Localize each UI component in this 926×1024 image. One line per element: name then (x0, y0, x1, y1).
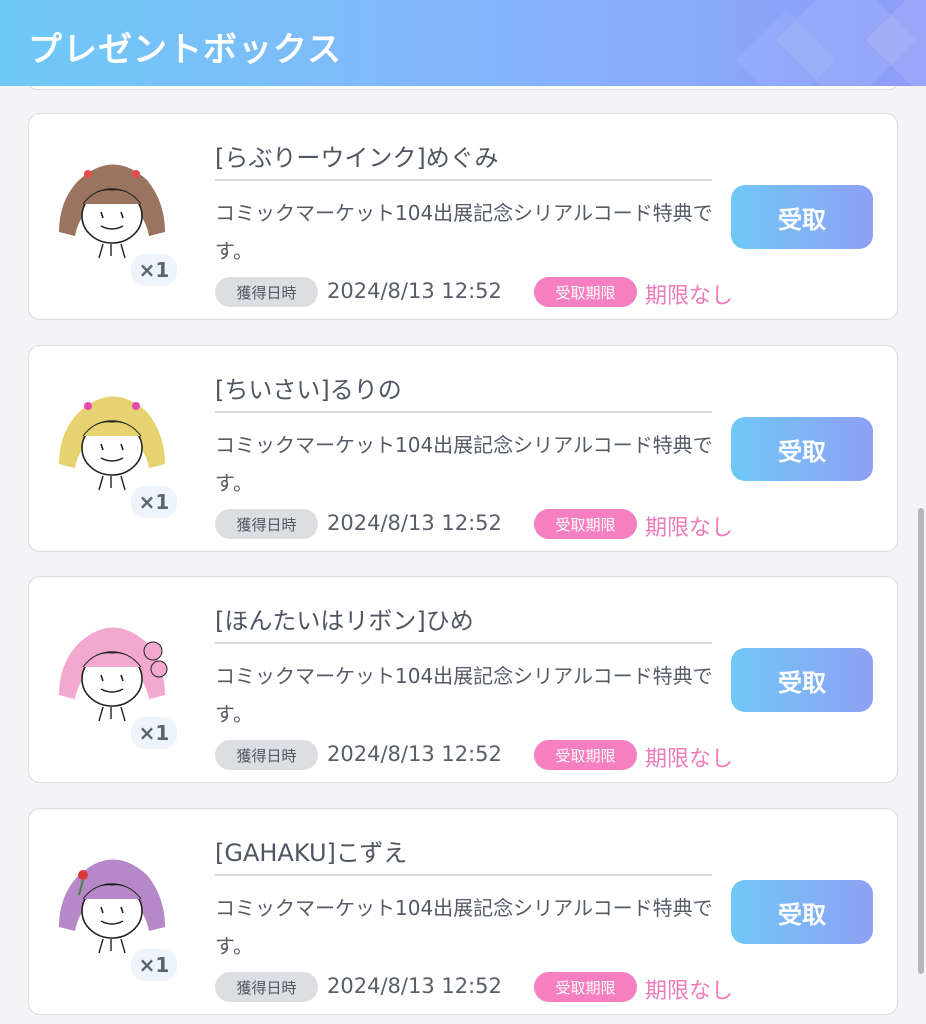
acquired-date-label: 獲得日時 (215, 509, 318, 539)
item-title: [GAHAKU]こずえ (215, 839, 408, 867)
item-description: コミックマーケット104出展記念シリアルコード特典です。 (215, 664, 713, 726)
item-title: [らぶりーウインク]めぐみ (215, 144, 499, 172)
receive-limit-value: 期限なし (645, 747, 734, 772)
quantity-badge: ×1 (131, 254, 177, 286)
acquired-date-label: 獲得日時 (215, 740, 318, 770)
present-card: ×1 [ちいさい]るりの コミックマーケット104出展記念シリアルコード特典です… (28, 345, 898, 552)
item-description: コミックマーケット104出展記念シリアルコード特典です。 (215, 896, 713, 958)
receive-limit-label: 受取期限 (534, 972, 637, 1002)
scrollbar-thumb[interactable] (918, 508, 924, 974)
receive-limit-value: 期限なし (645, 979, 734, 1004)
present-card: ×1 [ほんたいはリボン]ひめ コミックマーケット104出展記念シリアルコード特… (28, 576, 898, 783)
header-bar: プレゼントボックス (0, 0, 926, 86)
divider (215, 642, 712, 644)
item-description: コミックマーケット104出展記念シリアルコード特典です。 (215, 201, 713, 263)
receive-button[interactable]: 受取 (731, 648, 873, 712)
divider (215, 179, 712, 181)
character-avatar-icon (59, 396, 165, 491)
receive-limit-label: 受取期限 (534, 509, 637, 539)
receive-button[interactable]: 受取 (731, 880, 873, 944)
page-title: プレゼントボックス (28, 30, 342, 70)
character-avatar-icon (59, 859, 165, 954)
receive-limit-value: 期限なし (645, 284, 734, 309)
character-avatar-icon (59, 164, 165, 259)
receive-limit-value: 期限なし (645, 516, 734, 541)
item-description: コミックマーケット104出展記念シリアルコード特典です。 (215, 433, 713, 495)
acquired-date: 2024/8/13 12:52 (327, 974, 502, 998)
receive-button[interactable]: 受取 (731, 185, 873, 249)
receive-limit-label: 受取期限 (534, 277, 637, 307)
item-title: [ちいさい]るりの (215, 376, 402, 404)
quantity-badge: ×1 (131, 949, 177, 981)
item-title: [ほんたいはリボン]ひめ (215, 607, 474, 635)
acquired-date-label: 獲得日時 (215, 277, 318, 307)
previous-card-edge (28, 86, 898, 90)
receive-limit-label: 受取期限 (534, 740, 637, 770)
quantity-badge: ×1 (131, 717, 177, 749)
acquired-date: 2024/8/13 12:52 (327, 511, 502, 535)
quantity-badge: ×1 (131, 486, 177, 518)
divider (215, 874, 712, 876)
present-card: ×1 [らぶりーウインク]めぐみ コミックマーケット104出展記念シリアルコード… (28, 113, 898, 320)
present-list[interactable]: ×1 [らぶりーウインク]めぐみ コミックマーケット104出展記念シリアルコード… (0, 86, 926, 1024)
header-diamond-pattern (736, 0, 926, 86)
present-card: ×1 [GAHAKU]こずえ コミックマーケット104出展記念シリアルコード特典… (28, 808, 898, 1015)
receive-button[interactable]: 受取 (731, 417, 873, 481)
acquired-date-label: 獲得日時 (215, 972, 318, 1002)
divider (215, 411, 712, 413)
acquired-date: 2024/8/13 12:52 (327, 742, 502, 766)
acquired-date: 2024/8/13 12:52 (327, 279, 502, 303)
character-avatar-icon (59, 627, 168, 722)
